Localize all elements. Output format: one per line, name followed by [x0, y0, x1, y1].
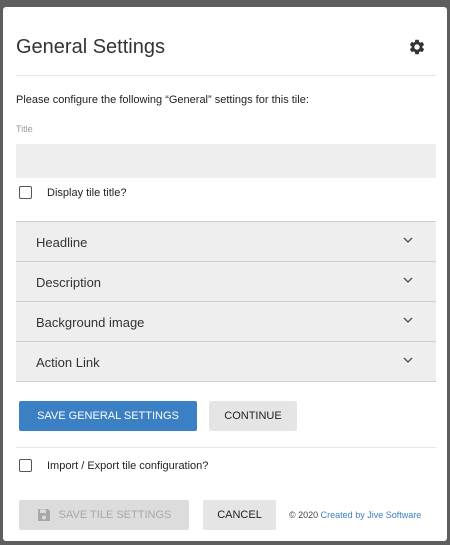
title-field-label: Title	[16, 124, 33, 134]
chevron-down-icon	[403, 237, 413, 243]
gear-icon[interactable]	[408, 38, 426, 56]
continue-button[interactable]: CONTINUE	[209, 401, 297, 431]
display-title-checkbox[interactable]	[19, 186, 32, 199]
cancel-button[interactable]: CANCEL	[203, 500, 276, 530]
display-title-checkbox-label: Display tile title?	[47, 186, 127, 199]
footer: © 2020 Created by Jive Software	[289, 510, 421, 520]
floppy-disk-icon	[37, 509, 50, 521]
save-tile-settings-label: SAVE TILE SETTINGS	[58, 509, 172, 521]
created-by-link[interactable]: Created by Jive Software	[321, 510, 422, 520]
intro-text: Please configure the following “General”…	[16, 94, 309, 106]
chevron-down-icon	[403, 317, 413, 323]
save-general-settings-button[interactable]: SAVE GENERAL SETTINGS	[19, 401, 197, 431]
dialog-title: General Settings	[16, 36, 165, 58]
accordion-item-label: Description	[36, 275, 102, 290]
accordion-item-label: Headline	[36, 235, 88, 250]
copyright-text: © 2020	[289, 510, 319, 520]
title-input[interactable]	[16, 144, 436, 178]
import-export-checkbox[interactable]	[19, 459, 32, 472]
save-tile-settings-button[interactable]: SAVE TILE SETTINGS	[19, 500, 189, 530]
accordion-item-action-link[interactable]: Action Link	[16, 342, 436, 382]
import-export-checkbox-row[interactable]: Import / Export tile configuration?	[19, 459, 208, 472]
accordion-item-description[interactable]: Description	[16, 262, 436, 302]
divider	[16, 447, 436, 448]
accordion-item-label: Background image	[36, 315, 145, 330]
accordion-item-background-image[interactable]: Background image	[16, 302, 436, 342]
popover-caret	[229, 7, 245, 15]
accordion-item-label: Action Link	[36, 355, 100, 370]
settings-accordion: Headline Description Background image Ac…	[16, 221, 436, 382]
general-settings-dialog: General Settings Please configure the fo…	[3, 7, 447, 541]
display-title-checkbox-row[interactable]: Display tile title?	[19, 186, 126, 199]
chevron-down-icon	[403, 357, 413, 363]
accordion-item-headline[interactable]: Headline	[16, 222, 436, 262]
import-export-checkbox-label: Import / Export tile configuration?	[47, 459, 209, 472]
chevron-down-icon	[403, 277, 413, 283]
dialog-header: General Settings	[16, 36, 436, 76]
